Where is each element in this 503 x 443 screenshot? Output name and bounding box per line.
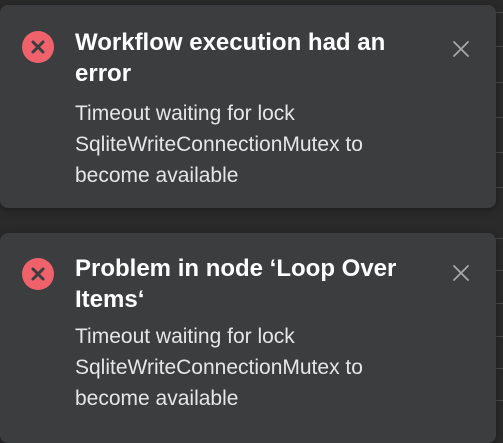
background-line xyxy=(495,238,503,239)
background-line xyxy=(495,368,503,369)
background-line xyxy=(495,12,503,13)
background-line xyxy=(495,117,503,118)
background-line xyxy=(495,152,503,153)
error-notification: Problem in node ‘Loop Over Items‘ Timeou… xyxy=(0,233,496,443)
notification-message: Timeout waiting for lock SqliteWriteConn… xyxy=(75,102,363,187)
notification-title: Workflow execution had an error xyxy=(75,29,386,87)
error-notification: Workflow execution had an error Timeout … xyxy=(0,5,496,208)
background-line xyxy=(495,270,503,271)
close-icon[interactable] xyxy=(450,38,472,60)
background-line xyxy=(495,400,503,401)
background-line xyxy=(495,303,503,304)
background-line xyxy=(495,82,503,83)
notification-title: Problem in node ‘Loop Over Items‘ xyxy=(75,255,397,313)
background-line xyxy=(495,46,503,47)
notification-message: Timeout waiting for lock SqliteWriteConn… xyxy=(75,325,363,410)
error-circle-x-icon xyxy=(22,258,54,290)
close-icon[interactable] xyxy=(450,262,472,284)
background-line xyxy=(495,187,503,188)
background-line xyxy=(495,336,503,337)
error-circle-x-icon xyxy=(22,31,54,63)
